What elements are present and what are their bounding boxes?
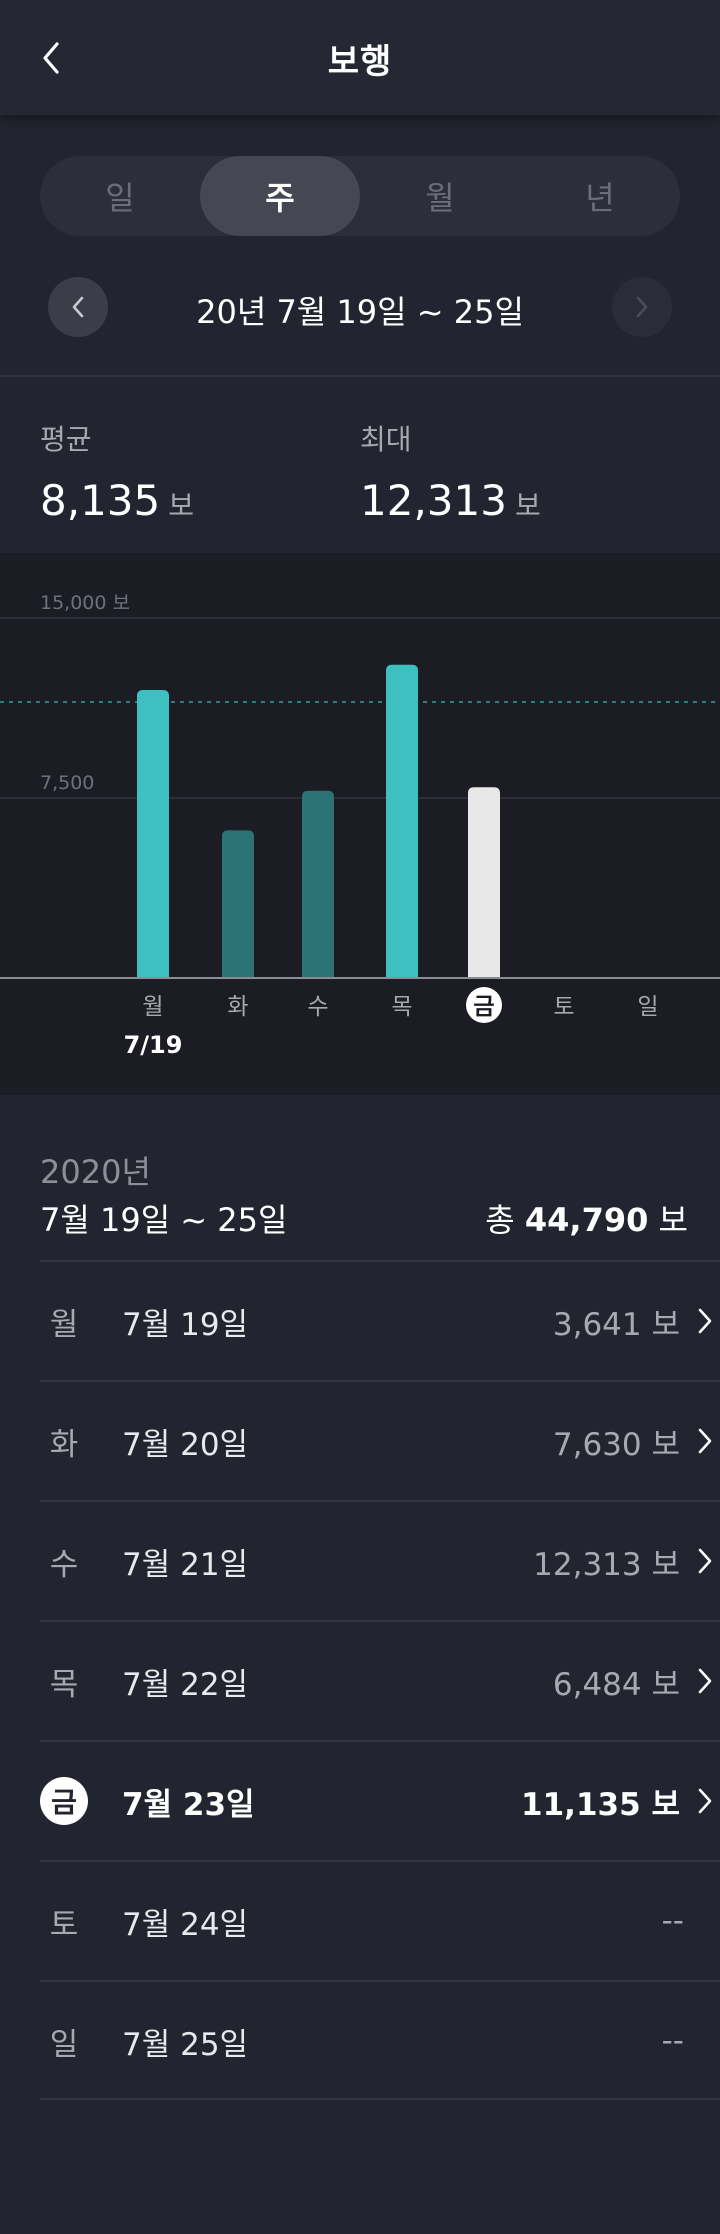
row-date: 7월 22일 [122,1666,249,1703]
chart-date-label: 7/19 [123,1031,183,1059]
day-row-wed[interactable]: 수 7월 21일 12,313 보 [40,1500,720,1620]
weekly-steps-chart: 15,000 보 7,500 월 화 수 목 금 토 일 [0,553,720,1095]
x-tick-label: 금 [473,994,494,1020]
row-date: 7월 23일 [122,1786,255,1823]
tab-week[interactable]: 주 [200,156,360,236]
row-date: 7월 24일 [122,1906,249,1943]
page-title: 보행 [327,42,393,82]
bar [222,830,254,978]
chevron-right-icon [690,1425,720,1457]
average-unit: 보 [168,489,195,522]
bar [468,787,500,978]
row-day-label: 금 [40,1742,88,1860]
chevron-right-icon [690,1305,720,1337]
x-tick-label: 수 [307,994,328,1020]
row-date: 7월 20일 [122,1426,249,1463]
x-tick-label: 화 [227,994,248,1020]
row-date: 7월 25일 [122,2026,249,2063]
bar-chart: 15,000 보 7,500 월 화 수 목 금 토 일 [0,592,720,1023]
max-unit: 보 [514,489,541,522]
row-day-label: 일 [49,2026,79,2063]
bar [302,790,334,978]
daily-steps-list: 월 7월 19일 3,641 보 화 7월 20일 7,630 보 수 7월 2… [40,1260,720,2100]
row-steps: 12,313 보 [533,1546,680,1583]
row-steps: 7,630 보 [552,1426,680,1463]
chevron-right-icon [690,1785,720,1817]
row-steps: -- [661,1903,684,1939]
row-day-label: 토 [49,1906,79,1943]
x-tick-label: 월 [142,994,163,1020]
row-steps: 6,484 보 [552,1666,680,1703]
average-stat: 평균 8,135 보 [40,418,194,525]
next-week-button[interactable] [612,277,672,337]
day-row-mon[interactable]: 월 7월 19일 3,641 보 [40,1260,720,1380]
today-badge: 금 [40,1777,88,1825]
chevron-right-icon [690,1665,720,1697]
period-segmented-control: 일 주 월 년 [40,156,680,236]
summary-total: 총 44,790 보 [485,1195,688,1241]
app-header: 보행 [0,0,720,115]
bar [386,664,418,978]
max-value-group: 12,313 보 [360,476,541,525]
day-row-tue[interactable]: 화 7월 20일 7,630 보 [40,1380,720,1500]
day-row-fri[interactable]: 금 7월 23일 11,135 보 [40,1740,720,1860]
average-value-group: 8,135 보 [40,476,194,525]
summary-year: 2020년 [40,1153,151,1191]
max-value: 12,313 [360,476,507,525]
tab-year[interactable]: 년 [520,156,680,236]
average-label: 평균 [40,423,92,456]
summary-range: 7월 19일 ~ 25일 [40,1201,288,1239]
row-date: 7월 21일 [122,1546,249,1583]
total-prefix: 총 [485,1201,515,1239]
date-navigator: 20년 7월 19일 ~ 25일 [0,275,720,339]
divider [0,375,720,377]
row-day-label: 화 [49,1426,79,1463]
row-day-label: 수 [49,1546,79,1583]
day-row-sun: 일 7월 25일 -- [40,1980,720,2100]
total-unit: 보 [658,1201,688,1239]
row-steps: 3,641 보 [552,1306,680,1343]
y-tick-label: 15,000 보 [40,592,130,614]
row-steps: -- [661,2023,684,2059]
row-day-label: 월 [49,1306,79,1343]
x-tick-label: 목 [391,994,412,1020]
day-row-thu[interactable]: 목 7월 22일 6,484 보 [40,1620,720,1740]
y-tick-label: 7,500 [40,772,94,794]
day-row-sat: 토 7월 24일 -- [40,1860,720,1980]
max-stat: 최대 12,313 보 [360,418,541,525]
average-value: 8,135 [40,476,161,525]
chevron-right-icon [636,296,648,318]
max-label: 최대 [360,423,412,456]
tab-month[interactable]: 월 [360,156,520,236]
total-value: 44,790 [524,1201,649,1239]
row-steps: 11,135 보 [521,1786,680,1823]
tab-day[interactable]: 일 [40,156,200,236]
row-date: 7월 19일 [122,1306,249,1343]
chevron-right-icon [690,1545,720,1577]
x-tick-label: 일 [637,994,658,1020]
x-tick-label: 토 [553,994,574,1020]
bar [137,690,169,978]
row-day-label: 목 [49,1666,79,1703]
